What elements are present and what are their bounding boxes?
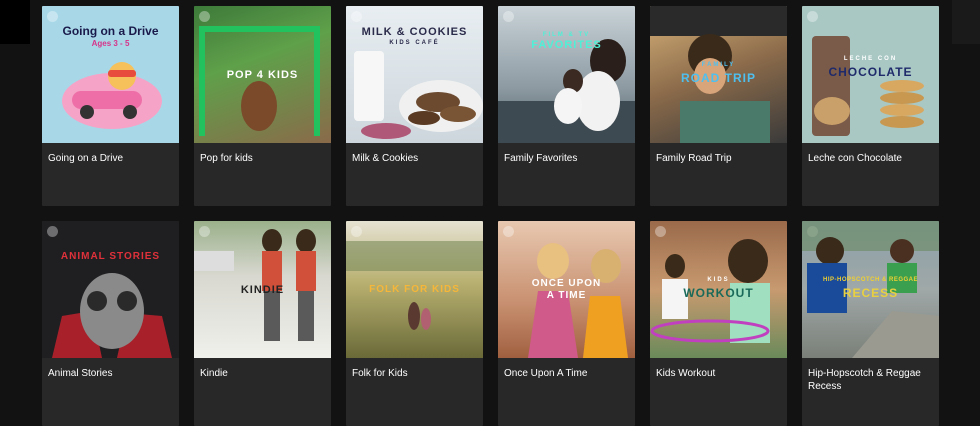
cover-title: Going on a Drive bbox=[62, 24, 159, 38]
playlist-card-family-road-trip[interactable]: FAMILY ROAD TRIP Family Road Trip bbox=[650, 6, 787, 206]
playlist-card-going-on-a-drive[interactable]: Going on a Drive Ages 3 - 5 Going on a D… bbox=[42, 6, 179, 206]
playlist-card-folk-for-kids[interactable]: FOLK FOR KIDS Folk for Kids bbox=[346, 221, 483, 426]
playlist-cover: HIP-HOPSCOTCH & REGGAE RECESS bbox=[802, 221, 939, 358]
playlist-card-kindie[interactable]: KINDIE Kindie bbox=[194, 221, 331, 426]
playlist-cover: ANIMAL STORIES bbox=[42, 221, 179, 358]
cover-top-text: KIDS bbox=[707, 277, 730, 283]
playlist-card-animal-stories[interactable]: ANIMAL STORIES Animal Stories bbox=[42, 221, 179, 426]
playlist-title: Pop for kids bbox=[200, 153, 253, 164]
family-photo bbox=[498, 39, 635, 143]
dog-photo bbox=[52, 273, 172, 358]
cover-top-text: FAMILY bbox=[701, 62, 736, 68]
cover-subtitle: Ages 3 - 5 bbox=[91, 39, 130, 48]
cover-title: RECESS bbox=[842, 286, 899, 300]
playlist-card-kids-workout[interactable]: KIDS WORKOUT Kids Workout bbox=[650, 221, 787, 426]
playlist-title: Milk & Cookies bbox=[352, 153, 419, 164]
playlist-cover: FAMILY ROAD TRIP bbox=[650, 6, 787, 143]
cover-top-text: FILM & TV bbox=[542, 32, 591, 38]
cover-subtitle: KIDS CAFÉ bbox=[389, 40, 440, 46]
playlist-title: Going on a Drive bbox=[48, 153, 124, 164]
playlist-title: Folk for Kids bbox=[352, 368, 408, 379]
playlist-title: Leche con Chocolate bbox=[808, 153, 902, 164]
playlist-card-once-upon-a-time[interactable]: ONCE UPON A TIME Once Upon A Time bbox=[498, 221, 635, 426]
cover-title: MILK & COOKIES bbox=[361, 26, 468, 38]
cover-title: ONCE UPON bbox=[531, 278, 602, 289]
cover-title-line2: A TIME bbox=[546, 290, 587, 301]
playlist-title: Kindie bbox=[200, 368, 228, 379]
playlist-title: Family Road Trip bbox=[656, 153, 732, 164]
right-edge-panel bbox=[952, 0, 980, 44]
playlist-card-milk-cookies[interactable]: MILK & COOKIES KIDS CAFÉ Milk & Cookies bbox=[346, 6, 483, 206]
cover-title: FAVORITES bbox=[531, 39, 602, 51]
playlist-title: Family Favorites bbox=[504, 153, 578, 164]
playlist-cover: POP 4 KIDS bbox=[194, 6, 331, 143]
cover-title: WORKOUT bbox=[683, 286, 754, 300]
cover-title: KINDIE bbox=[240, 284, 285, 296]
cover-top-text: HIP-HOPSCOTCH & REGGAE bbox=[822, 277, 918, 283]
playlist-title: Animal Stories bbox=[48, 368, 113, 379]
playlist-cover: FILM & TV FAVORITES bbox=[498, 6, 635, 143]
cover-title: ANIMAL STORIES bbox=[60, 251, 161, 262]
playlist-cover: KIDS WORKOUT bbox=[650, 221, 787, 358]
playlist-card-pop-for-kids[interactable]: POP 4 KIDS Pop for kids bbox=[194, 6, 331, 206]
cover-title: CHOCOLATE bbox=[828, 65, 913, 79]
playlist-cover: Going on a Drive Ages 3 - 5 bbox=[42, 6, 179, 143]
playlist-cover: MILK & COOKIES KIDS CAFÉ bbox=[346, 6, 483, 143]
playlist-title: Hip-Hopscotch & Reggae Recess bbox=[808, 368, 921, 392]
cover-title: POP 4 KIDS bbox=[226, 69, 299, 81]
playlist-title: Once Upon A Time bbox=[504, 368, 588, 379]
playlist-title: Kids Workout bbox=[656, 368, 716, 379]
playlist-cover: ONCE UPON A TIME bbox=[498, 221, 635, 358]
left-edge-panel bbox=[0, 0, 30, 44]
playlist-card-leche-con-chocolate[interactable]: LECHE CON CHOCOLATE Leche con Chocolate bbox=[802, 6, 939, 206]
cover-top-text: LECHE CON bbox=[843, 56, 898, 62]
cover-title: ROAD TRIP bbox=[681, 71, 756, 85]
playlist-cover: KINDIE bbox=[194, 221, 331, 358]
cover-title: FOLK FOR KIDS bbox=[369, 284, 460, 295]
playlist-cover: FOLK FOR KIDS bbox=[346, 221, 483, 358]
playlist-cover: LECHE CON CHOCOLATE bbox=[802, 6, 939, 143]
playlist-card-hip-hopscotch-reggae-recess[interactable]: HIP-HOPSCOTCH & REGGAE RECESS Hip-Hopsco… bbox=[802, 221, 939, 426]
playlist-card-family-favorites[interactable]: FILM & TV FAVORITES Family Favorites bbox=[498, 6, 635, 206]
